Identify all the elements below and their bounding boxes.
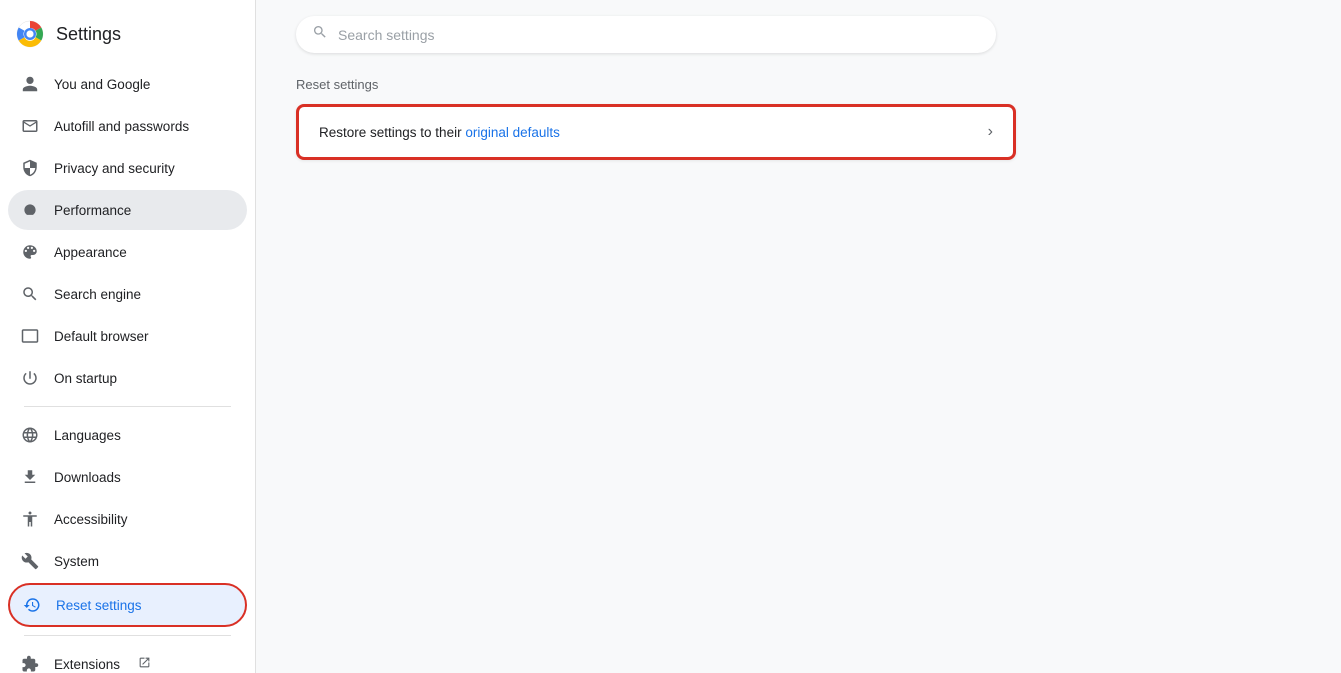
sidebar-item-languages[interactable]: Languages xyxy=(8,415,247,455)
sidebar-item-extensions[interactable]: Extensions xyxy=(8,644,247,673)
sidebar-item-label: Extensions xyxy=(54,657,120,672)
sidebar-item-label: Privacy and security xyxy=(54,161,175,176)
sidebar-item-label: Autofill and passwords xyxy=(54,119,189,134)
search-icon xyxy=(20,284,40,304)
section-label: Reset settings xyxy=(296,77,1301,92)
sidebar-item-appearance[interactable]: Appearance xyxy=(8,232,247,272)
restore-text-link: original defaults xyxy=(465,125,560,140)
sidebar-item-search-engine[interactable]: Search engine xyxy=(8,274,247,314)
accessibility-icon xyxy=(20,509,40,529)
puzzle-icon xyxy=(20,654,40,673)
autofill-icon xyxy=(20,116,40,136)
sidebar-item-label: On startup xyxy=(54,371,117,386)
restore-text-before: Restore settings to their xyxy=(319,125,465,140)
performance-icon xyxy=(20,200,40,220)
sidebar-item-reset-settings[interactable]: Reset settings xyxy=(8,583,247,627)
globe-icon xyxy=(20,425,40,445)
sidebar-item-default-browser[interactable]: Default browser xyxy=(8,316,247,356)
search-bar xyxy=(296,16,996,53)
appearance-icon xyxy=(20,242,40,262)
sidebar-item-on-startup[interactable]: On startup xyxy=(8,358,247,398)
restore-settings-item[interactable]: Restore settings to their original defau… xyxy=(299,107,1013,157)
main-content: Reset settings Restore settings to their… xyxy=(256,0,1341,673)
browser-icon xyxy=(20,326,40,346)
sidebar-item-label: Performance xyxy=(54,203,131,218)
sidebar-item-performance[interactable]: Performance xyxy=(8,190,247,230)
sidebar-item-label: Appearance xyxy=(54,245,127,260)
wrench-icon xyxy=(20,551,40,571)
sidebar-item-label: System xyxy=(54,554,99,569)
app-title: Settings xyxy=(56,24,121,45)
sidebar-item-label: Reset settings xyxy=(56,598,142,613)
sidebar-item-label: Accessibility xyxy=(54,512,128,527)
power-icon xyxy=(20,368,40,388)
sidebar-item-accessibility[interactable]: Accessibility xyxy=(8,499,247,539)
reset-icon xyxy=(22,595,42,615)
search-input[interactable] xyxy=(338,27,980,43)
sidebar-item-label: Languages xyxy=(54,428,121,443)
sidebar-nav: You and Google Autofill and passwords Pr… xyxy=(0,64,255,673)
sidebar-divider-2 xyxy=(24,635,231,636)
app-header: Settings xyxy=(0,8,255,64)
content-area: Reset settings Restore settings to their… xyxy=(256,69,1341,200)
sidebar-item-label: You and Google xyxy=(54,77,150,92)
search-bar-container xyxy=(256,0,1341,69)
external-link-icon xyxy=(138,656,151,672)
chrome-logo-icon xyxy=(16,20,44,48)
sidebar-item-system[interactable]: System xyxy=(8,541,247,581)
download-icon xyxy=(20,467,40,487)
sidebar-item-downloads[interactable]: Downloads xyxy=(8,457,247,497)
restore-settings-text: Restore settings to their original defau… xyxy=(319,125,560,140)
shield-icon xyxy=(20,158,40,178)
sidebar-item-privacy[interactable]: Privacy and security xyxy=(8,148,247,188)
sidebar-item-autofill[interactable]: Autofill and passwords xyxy=(8,106,247,146)
sidebar-item-label: Search engine xyxy=(54,287,141,302)
sidebar-item-you-and-google[interactable]: You and Google xyxy=(8,64,247,104)
sidebar-divider xyxy=(24,406,231,407)
person-icon xyxy=(20,74,40,94)
reset-card: Restore settings to their original defau… xyxy=(296,104,1016,160)
search-bar-icon xyxy=(312,24,328,45)
chevron-right-icon: › xyxy=(988,123,993,141)
sidebar-item-label: Default browser xyxy=(54,329,149,344)
sidebar: Settings You and Google Autofill and pas… xyxy=(0,0,256,673)
sidebar-item-label: Downloads xyxy=(54,470,121,485)
